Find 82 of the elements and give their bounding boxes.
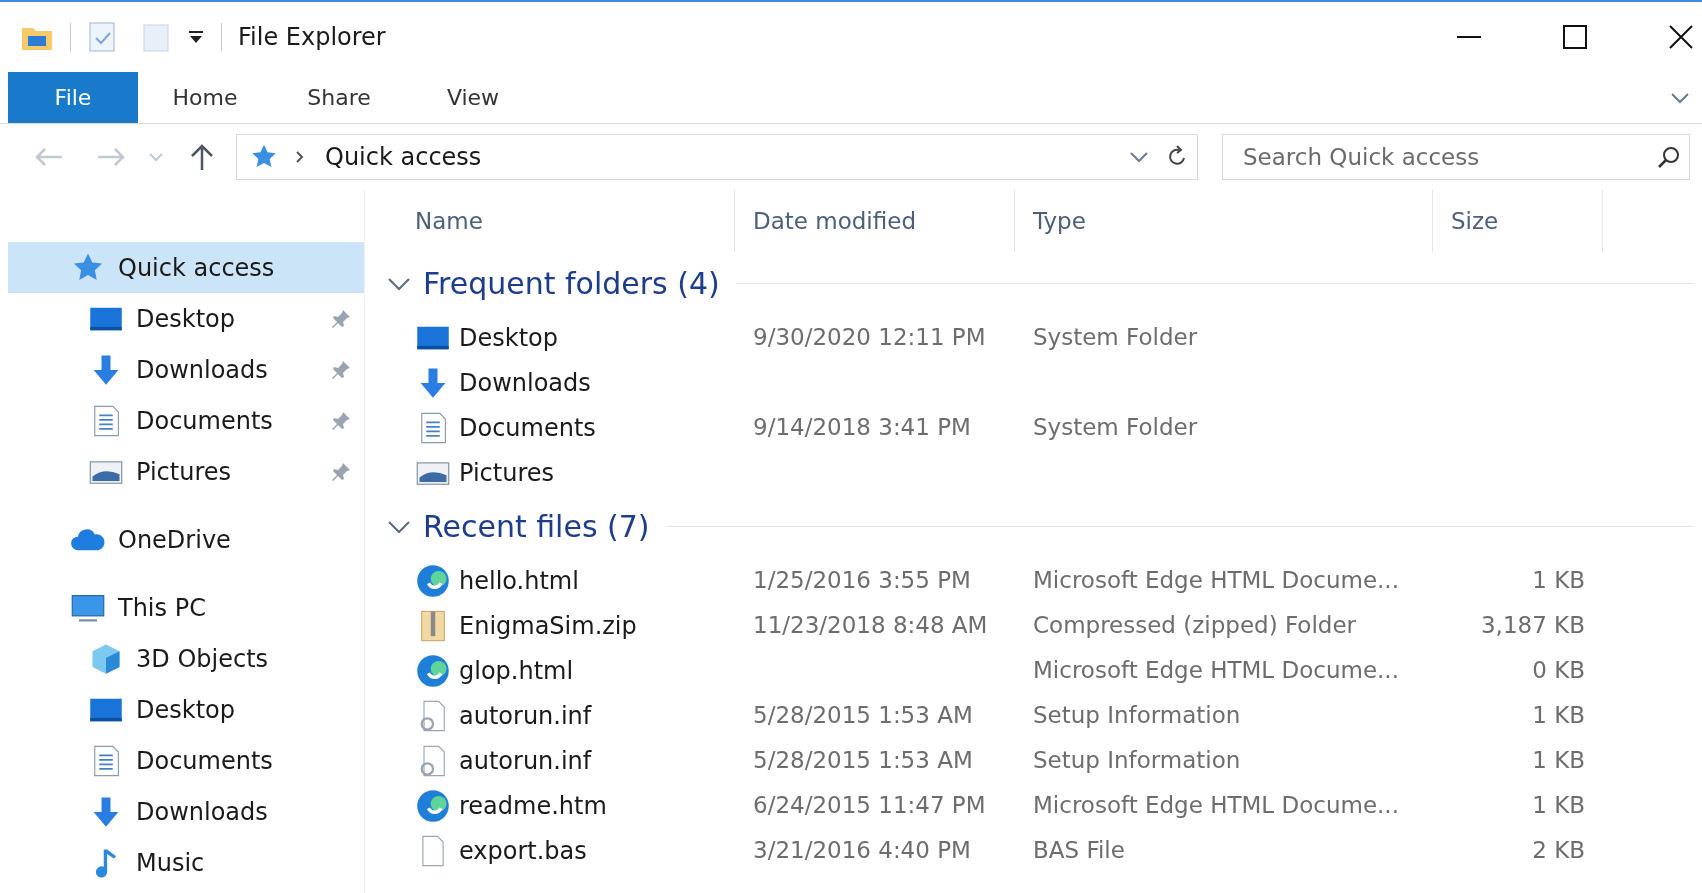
file-name[interactable]: Downloads [459, 364, 591, 401]
file-name[interactable]: glop.html [459, 652, 574, 689]
nav-item-label: Pictures [136, 456, 233, 488]
date-cell: 11/23/2018 8:48 AM [753, 612, 988, 639]
size-cell-text: 1 KB [1532, 791, 1585, 821]
nav-item-label: Downloads [136, 354, 269, 386]
nav-item-label: Downloads [136, 796, 269, 828]
group-heading[interactable]: Frequent folders (4) [423, 261, 720, 306]
size-cell-text: 2 KB [1532, 836, 1585, 866]
date-cell: 5/28/2015 1:53 AM [753, 702, 973, 729]
size-cell-text: 1 KB [1532, 746, 1585, 776]
nav-item[interactable]: Quick access [8, 242, 364, 293]
type-cell: Microsoft Edge HTML Docume... [1033, 567, 1399, 594]
nav-item[interactable]: OneDrive [8, 514, 364, 565]
type-cell: System Folder [1033, 324, 1198, 351]
search-field[interactable]: Search Quick access [1222, 134, 1690, 180]
type-cell: Microsoft Edge HTML Docume... [1033, 657, 1399, 684]
file-name[interactable]: readme.htm [459, 787, 607, 824]
nav-item-label: Desktop [136, 694, 236, 726]
column-header[interactable]: Date modified [735, 190, 1015, 252]
type-cell: Setup Information [1033, 702, 1241, 729]
maximize-icon[interactable] [1562, 24, 1588, 50]
nav-item-label: Desktop [136, 303, 236, 335]
date-cell: 3/21/2016 4:40 PM [753, 837, 971, 864]
close-icon[interactable] [1668, 24, 1694, 50]
type-cell: Compressed (zipped) Folder [1033, 612, 1356, 639]
nav-item[interactable]: 3D Objects [8, 633, 364, 684]
nav-item[interactable]: Documents [8, 735, 364, 786]
size-cell-text: 3,187 KB [1480, 611, 1585, 641]
nav-item[interactable]: Desktop [8, 293, 364, 344]
nav-item[interactable]: Downloads [8, 786, 364, 837]
collapse-chevron-icon[interactable] [387, 275, 411, 292]
file-name[interactable]: autorun.inf [459, 742, 592, 779]
checked-document-icon[interactable] [87, 20, 117, 54]
nav-item[interactable]: Documents [8, 395, 364, 446]
column-header[interactable]: Size [1433, 190, 1603, 252]
nav-item-label: OneDrive [118, 524, 232, 556]
file-name[interactable]: hello.html [459, 562, 579, 599]
nav-item-label: Quick access [118, 252, 276, 284]
column-header[interactable]: Type [1015, 190, 1433, 252]
column-header[interactable]: Name [375, 190, 735, 252]
nav-item-label: 3D Objects [136, 643, 270, 675]
ribbon-tab[interactable]: View [406, 72, 540, 123]
file-name[interactable]: Desktop [459, 319, 558, 356]
nav-item[interactable]: Desktop [8, 684, 364, 735]
address-path: Quick access [325, 142, 482, 173]
address-dropdown-icon[interactable] [1129, 150, 1149, 164]
file-name[interactable]: EnigmaSim.zip [459, 607, 637, 644]
ribbon-tab[interactable]: Share [272, 72, 406, 123]
type-cell: Microsoft Edge HTML Docume... [1033, 792, 1399, 819]
type-cell: Setup Information [1033, 747, 1241, 774]
date-cell: 9/14/2018 3:41 PM [753, 414, 971, 441]
file-name[interactable]: Pictures [459, 454, 555, 491]
nav-item-label: This PC [118, 592, 207, 624]
file-name[interactable]: autorun.inf [459, 697, 592, 734]
size-cell-text: 0 KB [1532, 656, 1585, 686]
size-cell-text: 1 KB [1532, 701, 1585, 731]
nav-item[interactable]: Pictures [8, 446, 364, 497]
breadcrumb-chevron-icon [295, 150, 305, 164]
search-icon[interactable] [1656, 144, 1682, 170]
date-cell: 9/30/2020 12:11 PM [753, 324, 986, 351]
type-cell: System Folder [1033, 414, 1198, 441]
nav-item-label: Documents [136, 405, 274, 437]
date-cell: 5/28/2015 1:53 AM [753, 747, 973, 774]
address-field[interactable]: Quick access [236, 134, 1198, 180]
nav-item-label: Documents [136, 745, 274, 777]
nav-item-label: Music [136, 847, 206, 879]
collapse-chevron-icon[interactable] [387, 518, 411, 535]
file-name[interactable]: Documents [459, 409, 596, 446]
type-cell: BAS File [1033, 837, 1125, 864]
date-cell: 1/25/2016 3:55 PM [753, 567, 971, 594]
ribbon-expand-icon[interactable] [1670, 90, 1690, 105]
ribbon-tab[interactable]: File [8, 72, 138, 123]
window-title: File Explorer [238, 22, 386, 53]
nav-item[interactable]: Music [8, 837, 364, 888]
date-cell: 6/24/2015 11:47 PM [753, 792, 986, 819]
group-heading[interactable]: Recent files (7) [423, 504, 650, 549]
nav-item[interactable]: Downloads [8, 344, 364, 395]
file-name[interactable]: export.bas [459, 832, 587, 869]
nav-item[interactable]: This PC [8, 582, 364, 633]
ribbon-tab[interactable]: Home [138, 72, 272, 123]
size-cell-text: 1 KB [1532, 566, 1585, 596]
